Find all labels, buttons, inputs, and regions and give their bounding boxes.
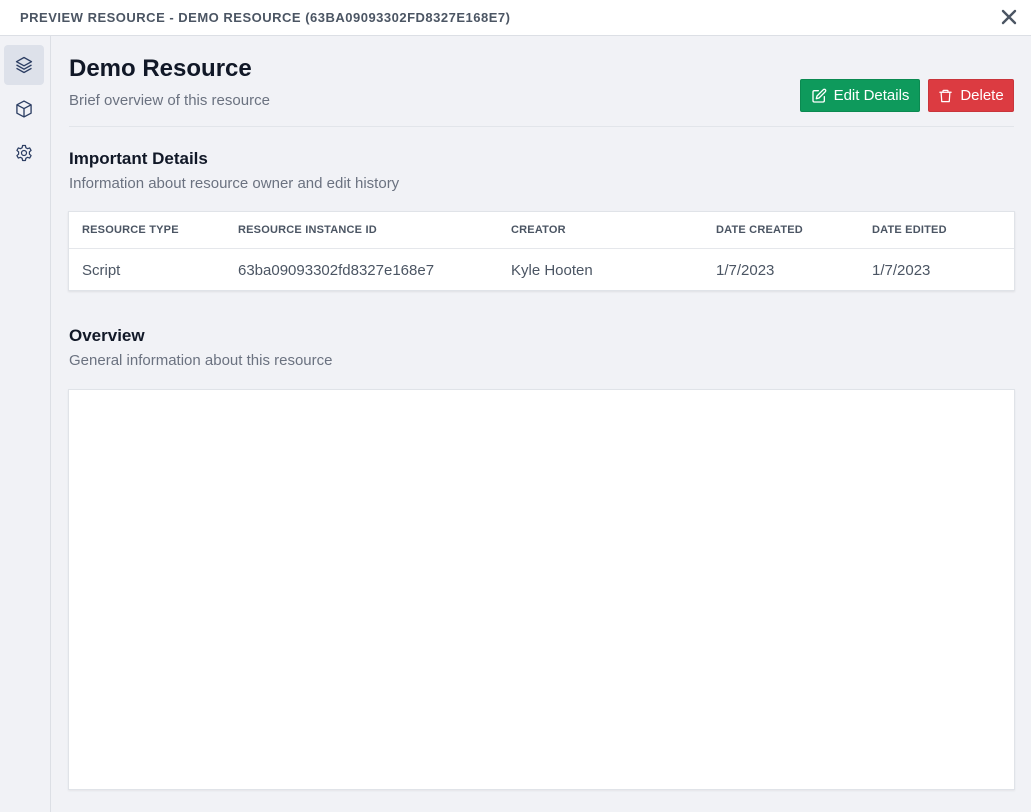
details-table: RESOURCE TYPE RESOURCE INSTANCE ID CREAT… bbox=[68, 211, 1015, 291]
details-section-subtitle: Information about resource owner and edi… bbox=[69, 175, 400, 192]
column-header-resource-instance-id: RESOURCE INSTANCE ID bbox=[238, 224, 377, 236]
page-title: Demo Resource bbox=[69, 55, 252, 82]
cube-icon bbox=[16, 100, 32, 118]
close-icon bbox=[1001, 9, 1017, 25]
trash-icon bbox=[939, 89, 953, 102]
column-header-date-edited: DATE EDITED bbox=[872, 224, 947, 236]
overview-section-subtitle: General information about this resource bbox=[69, 352, 333, 369]
column-header-creator: CREATOR bbox=[511, 224, 566, 236]
layers-icon bbox=[15, 56, 33, 74]
sidebar-item-cube[interactable] bbox=[4, 89, 44, 129]
table-header-divider bbox=[69, 248, 1014, 249]
window-title: PREVIEW RESOURCE - DEMO RESOURCE (63BA09… bbox=[20, 10, 511, 25]
cell-date-created: 1/7/2023 bbox=[716, 262, 775, 279]
column-header-date-created: DATE CREATED bbox=[716, 224, 803, 236]
cell-date-edited: 1/7/2023 bbox=[872, 262, 931, 279]
main-content: Demo Resource Brief overview of this res… bbox=[51, 37, 1031, 812]
delete-label: Delete bbox=[960, 87, 1004, 104]
sidebar-item-layers[interactable] bbox=[4, 45, 44, 85]
column-header-resource-type: RESOURCE TYPE bbox=[82, 224, 179, 236]
details-section-title: Important Details bbox=[69, 149, 208, 168]
overview-panel bbox=[68, 389, 1015, 790]
sidebar-item-settings[interactable] bbox=[4, 133, 44, 173]
cell-resource-type: Script bbox=[82, 262, 121, 279]
edit-details-button[interactable]: Edit Details bbox=[800, 79, 920, 112]
close-button[interactable] bbox=[999, 7, 1019, 27]
cell-creator: Kyle Hooten bbox=[511, 262, 593, 279]
cell-resource-instance-id: 63ba09093302fd8327e168e7 bbox=[238, 262, 435, 279]
delete-button[interactable]: Delete bbox=[928, 79, 1014, 112]
page-subtitle: Brief overview of this resource bbox=[69, 92, 270, 109]
edit-details-label: Edit Details bbox=[833, 87, 910, 104]
gear-icon bbox=[16, 144, 32, 162]
header-divider bbox=[69, 126, 1014, 127]
title-bar: PREVIEW RESOURCE - DEMO RESOURCE (63BA09… bbox=[0, 0, 1031, 36]
edit-icon bbox=[811, 88, 826, 103]
sidebar bbox=[0, 36, 51, 812]
overview-section-title: Overview bbox=[69, 326, 145, 345]
